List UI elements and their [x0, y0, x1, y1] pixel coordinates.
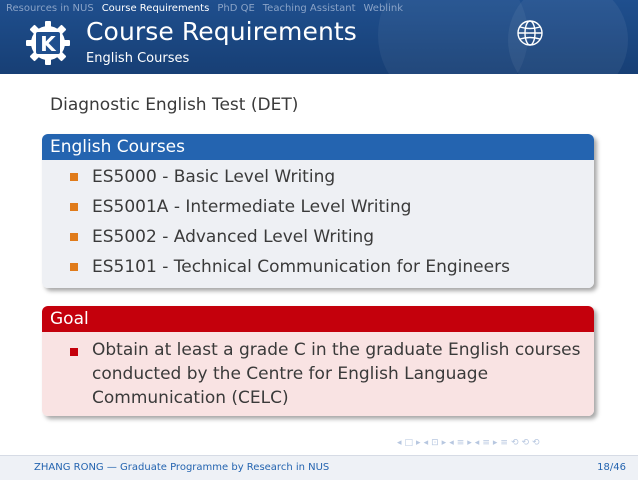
bullet-icon — [70, 173, 78, 181]
english-courses-block: English Courses ES5000 - Basic Level Wri… — [42, 134, 594, 288]
page-number: 18/46 — [597, 462, 626, 473]
frame-icon[interactable]: □ — [405, 438, 414, 448]
nav-item-phd-qe[interactable]: PhD QE — [213, 3, 258, 14]
globe-icon — [513, 16, 547, 50]
course-label: ES5101 - Technical Communication for Eng… — [92, 257, 510, 277]
bullet-icon — [70, 203, 78, 211]
nav-item-teaching-assistant[interactable]: Teaching Assistant — [259, 3, 360, 14]
frame-title: Course Requirements — [86, 17, 357, 46]
slide-navigation-controls: ◂ □ ▸ ◂ ⊡ ▸ ◂ ≡ ▸ ◂ ≡ ▸ ≡ ⟲ ⟲ ⟲ — [397, 436, 540, 450]
list-item: ES5101 - Technical Communication for Eng… — [42, 252, 594, 282]
forward-icon[interactable]: ⟲ — [532, 438, 540, 448]
nav-item-weblink[interactable]: Weblink — [360, 3, 408, 14]
section-icon[interactable]: ≡ — [457, 438, 465, 448]
course-label: ES5002 - Advanced Level Writing — [92, 227, 375, 247]
subsection-icon[interactable]: ⊡ — [431, 438, 439, 448]
block-body: Obtain at least a grade C in the graduat… — [42, 332, 594, 416]
course-label: ES5001A - Intermediate Level Writing — [92, 197, 412, 217]
bullet-icon — [70, 263, 78, 271]
list-item: Obtain at least a grade C in the graduat… — [42, 334, 594, 410]
nav-next-icon[interactable]: ▸ — [493, 438, 498, 448]
kde-logo-icon: K — [22, 18, 74, 68]
nav-prev-icon[interactable]: ◂ — [449, 438, 454, 448]
goal-block: Goal Obtain at least a grade C in the gr… — [42, 306, 594, 416]
section-navigation: Resources in NUS Course Requirements PhD… — [0, 0, 638, 16]
nav-next-icon[interactable]: ▸ — [416, 438, 421, 448]
frame-subtitle: English Courses — [86, 51, 190, 66]
nav-item-course-requirements[interactable]: Course Requirements — [98, 3, 214, 14]
bullet-icon — [70, 233, 78, 241]
block-title: Goal — [42, 306, 594, 332]
goal-text: Obtain at least a grade C in the graduat… — [92, 340, 581, 408]
bullet-icon — [70, 348, 78, 356]
document-icon[interactable]: ≡ — [482, 438, 490, 448]
nav-item-resources[interactable]: Resources in NUS — [0, 3, 98, 14]
list-item: ES5002 - Advanced Level Writing — [42, 222, 594, 252]
slide-header: Resources in NUS Course Requirements PhD… — [0, 0, 638, 74]
intro-text: Diagnostic English Test (DET) — [50, 95, 299, 115]
nav-next-icon[interactable]: ▸ — [442, 438, 447, 448]
slide-footer: ZHANG RONG — Graduate Programme by Resea… — [0, 455, 638, 480]
block-body: ES5000 - Basic Level Writing ES5001A - I… — [42, 160, 594, 288]
svg-text:K: K — [40, 32, 57, 56]
list-item: ES5000 - Basic Level Writing — [42, 162, 594, 192]
block-title: English Courses — [42, 134, 594, 160]
footer-author-title: ZHANG RONG — Graduate Programme by Resea… — [34, 462, 330, 473]
course-label: ES5000 - Basic Level Writing — [92, 167, 336, 187]
back-icon[interactable]: ⟲ — [511, 438, 519, 448]
list-item: ES5001A - Intermediate Level Writing — [42, 192, 594, 222]
nav-prev-icon[interactable]: ◂ — [397, 438, 402, 448]
nav-next-icon[interactable]: ▸ — [467, 438, 472, 448]
align-icon[interactable]: ≡ — [500, 438, 508, 448]
nav-prev-icon[interactable]: ◂ — [424, 438, 429, 448]
find-icon[interactable]: ⟲ — [522, 438, 530, 448]
nav-prev-icon[interactable]: ◂ — [475, 438, 480, 448]
